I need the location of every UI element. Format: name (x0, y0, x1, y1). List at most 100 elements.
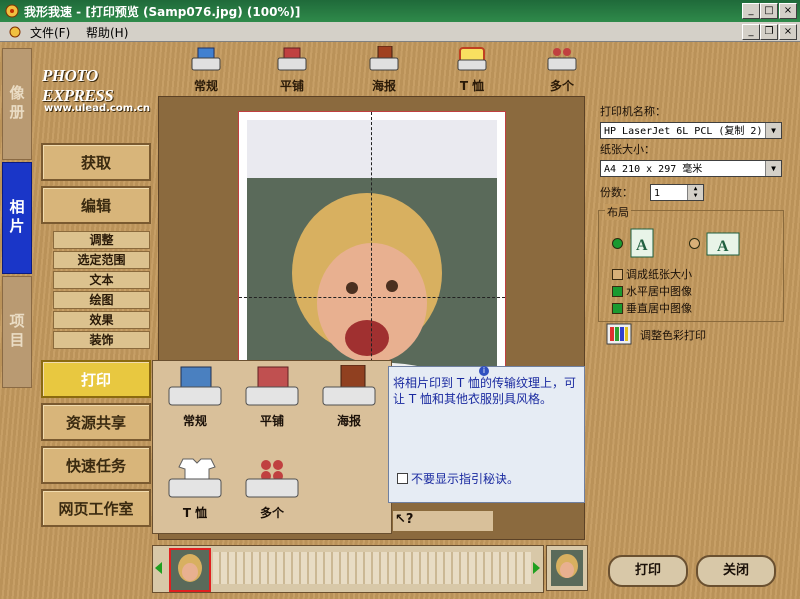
tab-album[interactable]: 像册 (2, 48, 32, 160)
tshirt-print-icon (168, 458, 222, 498)
multiple-print-icon (245, 460, 299, 498)
popup-tshirt-label: T 恤 (182, 506, 208, 520)
printer-name-label: 打印机名称： (600, 105, 666, 118)
center-horizontal-checkbox[interactable] (612, 286, 623, 297)
paper-size-label: 纸张大小： (600, 143, 655, 156)
center-vertical-checkbox[interactable] (612, 303, 623, 314)
help-pointer-icon[interactable]: ↖? (395, 512, 413, 527)
thumbnail-image (178, 554, 202, 582)
brand-url: www.ulead.com.cn (44, 103, 150, 114)
popup-multiple[interactable]: 多个 (234, 457, 310, 520)
multiple-printer-icon (547, 48, 577, 71)
scroll-left-icon[interactable] (155, 562, 162, 574)
popup-tshirt[interactable]: T 恤 (157, 457, 233, 520)
popup-standard-label: 常规 (182, 414, 207, 428)
app-menu-icon[interactable] (8, 25, 22, 39)
menu-file[interactable]: 文件(F) (30, 24, 70, 41)
doc-minimize-button[interactable]: _ (742, 24, 760, 40)
doc-close-button[interactable]: × (779, 24, 797, 40)
minimize-button[interactable]: _ (742, 3, 760, 19)
paper-size-value: A4 210 x 297 毫米 (604, 164, 703, 175)
spinner-arrows-icon[interactable]: ▲ ▼ (687, 185, 703, 200)
tool-tshirt-label: T 恤 (459, 79, 485, 93)
chevron-down-icon[interactable]: ▼ (765, 161, 781, 176)
poster-print-icon (322, 365, 376, 406)
printer-select[interactable]: HP LaserJet 6L PCL (复制 2) ▼ (600, 122, 782, 139)
dont-show-checkbox[interactable] (397, 473, 408, 484)
filmstrip-thumb-selected[interactable] (169, 548, 211, 592)
scroll-right-icon[interactable] (533, 562, 540, 574)
filmstrip-track (213, 552, 531, 584)
menu-bar: 文件(F) 帮助(H) _ ❐ × (0, 22, 800, 42)
svg-text:A: A (717, 238, 729, 255)
popup-standard[interactable]: 常规 (157, 365, 233, 428)
filmstrip (152, 545, 544, 593)
paper-size-select[interactable]: A4 210 x 297 毫米 ▼ (600, 160, 782, 177)
landscape-page-icon: A (706, 232, 740, 256)
copies-label: 份数： (600, 186, 633, 199)
chevron-down-icon[interactable]: ▼ (765, 123, 781, 138)
standard-print-icon (168, 366, 222, 406)
help-bar: ↖? (392, 510, 494, 532)
sub-effects[interactable]: 效果 (53, 311, 150, 329)
popup-multiple-label: 多个 (259, 506, 284, 520)
print-mode-popup: 常规 平铺 海报 T 恤 多个 (152, 360, 392, 534)
tool-tile[interactable]: 平铺 (264, 46, 320, 94)
maximize-button[interactable]: □ (760, 3, 778, 19)
sub-draw[interactable]: 绘图 (53, 291, 150, 309)
page-top-margin (247, 120, 497, 178)
layout-group-label: 布局 (605, 204, 631, 220)
fit-paper-checkbox[interactable] (612, 269, 623, 280)
tshirt-printer-icon (457, 47, 487, 71)
print-button[interactable]: 打印 (608, 555, 688, 587)
center-vertical-label: 垂直居中图像 (626, 302, 692, 315)
tip-text: 将相片印到 T 恤的传输纹理上，可让 T 恤和其他衣服别具风格。 (393, 376, 576, 406)
copies-value: 1 (654, 188, 661, 199)
quick-tasks-button[interactable]: 快速任务 (41, 446, 151, 484)
sub-select-range[interactable]: 选定范围 (53, 251, 150, 269)
printer-icon (191, 47, 221, 71)
share-button[interactable]: 资源共享 (41, 403, 151, 441)
layout-portrait-radio[interactable] (612, 238, 623, 249)
current-thumbnail-image (551, 550, 583, 586)
current-photo-thumb[interactable] (546, 545, 588, 591)
close-button[interactable]: 关闭 (696, 555, 776, 587)
sub-text[interactable]: 文本 (53, 271, 150, 289)
doc-restore-button[interactable]: ❐ (760, 24, 778, 40)
color-print-label[interactable]: 调整色彩打印 (640, 327, 706, 343)
center-guide-horizontal (239, 297, 505, 298)
edit-button[interactable]: 编辑 (41, 186, 151, 224)
portrait-page-icon: A (630, 228, 654, 258)
tool-standard-label: 常规 (193, 79, 218, 93)
tool-multiple-label: 多个 (549, 79, 574, 93)
menu-help[interactable]: 帮助(H) (86, 24, 128, 41)
popup-poster[interactable]: 海报 (311, 365, 387, 428)
close-window-button[interactable]: × (779, 3, 797, 19)
center-horizontal-label: 水平居中图像 (626, 285, 692, 298)
tab-project[interactable]: 项目 (2, 276, 32, 388)
tool-poster[interactable]: 海报 (356, 46, 412, 94)
fit-paper-label: 调成纸张大小 (626, 268, 692, 281)
app-icon (5, 4, 19, 18)
tool-tshirt[interactable]: T 恤 (444, 46, 500, 94)
copies-spinner[interactable]: 1 ▲ ▼ (650, 184, 704, 201)
tab-photo[interactable]: 相片 (2, 162, 32, 274)
web-studio-button[interactable]: 网页工作室 (41, 489, 151, 527)
window-title: 我形我速 - [打印预览 (Samp076.jpg) (100%)] (24, 5, 301, 19)
tile-print-icon (245, 366, 299, 406)
brand-logo: PHOTO EXPRESS (42, 66, 114, 105)
tool-standard[interactable]: 常规 (178, 46, 234, 94)
tool-multiple[interactable]: 多个 (534, 46, 590, 94)
popup-tile[interactable]: 平铺 (234, 365, 310, 428)
svg-text:A: A (636, 237, 648, 254)
layout-landscape-radio[interactable] (689, 238, 700, 249)
get-button[interactable]: 获取 (41, 143, 151, 181)
tool-tile-label: 平铺 (279, 79, 304, 93)
sub-adjust[interactable]: 调整 (53, 231, 150, 249)
tip-box: i 将相片印到 T 恤的传输纹理上，可让 T 恤和其他衣服别具风格。 不要显示指… (388, 366, 585, 503)
tool-poster-label: 海报 (371, 79, 396, 93)
print-nav-button[interactable]: 打印 (41, 360, 151, 398)
color-adjust-icon[interactable] (606, 323, 632, 345)
sub-decorate[interactable]: 装饰 (53, 331, 150, 349)
poster-printer-icon (369, 46, 399, 71)
